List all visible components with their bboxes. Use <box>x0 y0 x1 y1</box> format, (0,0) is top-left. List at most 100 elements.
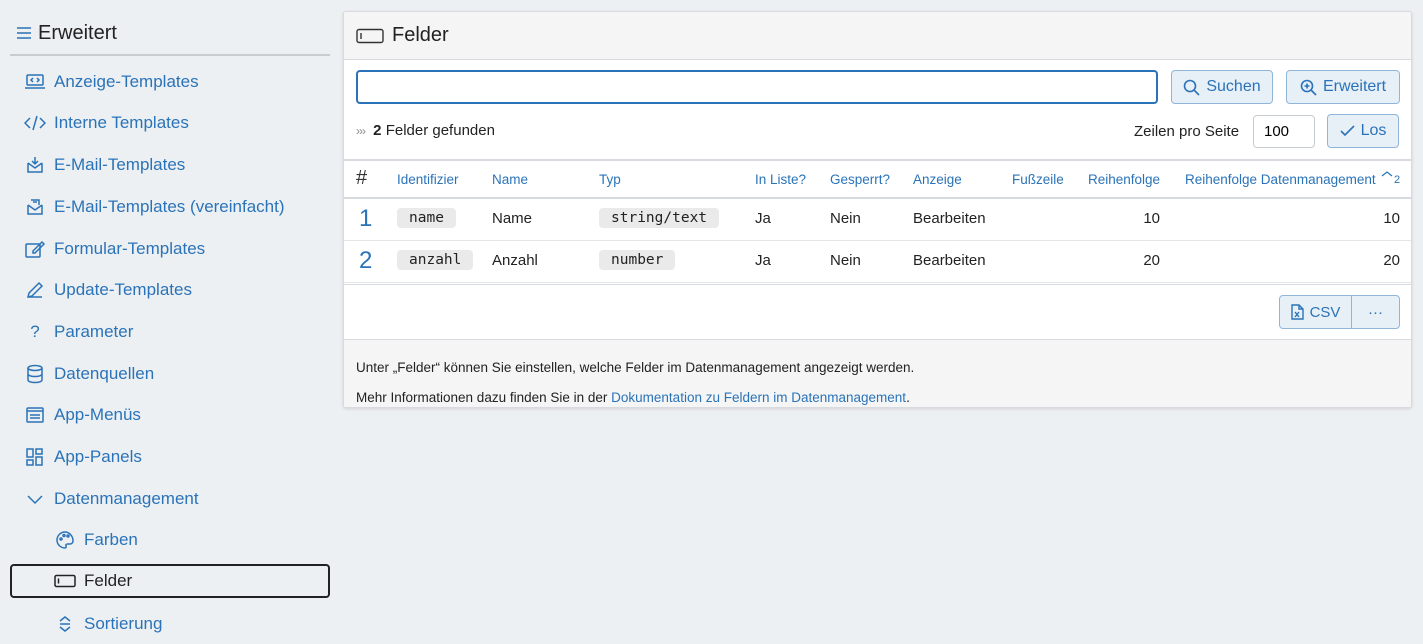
question-icon: ? <box>30 322 40 341</box>
card-header: Felder <box>344 12 1411 60</box>
sidebar-item-label: Formular-Templates <box>54 239 206 258</box>
pencil-icon <box>24 279 46 301</box>
column-header-identifier[interactable]: Identifizier <box>397 172 459 187</box>
in-list-value: Ja <box>755 252 771 269</box>
sidebar-item-anzeige-templates[interactable]: Anzeige-Templates <box>10 65 330 99</box>
search-input[interactable] <box>356 70 1158 104</box>
rows-per-page-input[interactable] <box>1253 115 1315 148</box>
sidebar-item-email-templates-vereinfacht[interactable]: E-Mail-Templates (vereinfacht) <box>10 190 330 224</box>
fields-table: # Identifizier Name Typ In Liste? Gesper… <box>344 159 1411 283</box>
sidebar-item-label: E-Mail-Templates <box>54 155 186 174</box>
info-line-1: Unter „Felder“ können Sie einstellen, we… <box>356 360 915 375</box>
csv-export-button[interactable]: CSV <box>1280 296 1352 328</box>
search-row: Suchen Erweitert <box>356 70 1400 106</box>
field-name: Name <box>492 210 533 227</box>
order-value: 10 <box>1143 210 1160 227</box>
sidebar-item-interne-templates[interactable]: Interne Templates <box>10 106 330 140</box>
sidebar-item-label: Datenmanagement <box>54 489 199 508</box>
sidebar-item-parameter[interactable]: ? Parameter <box>10 315 330 349</box>
identifier-chip: anzahl <box>397 250 474 270</box>
export-button-group: CSV ··· <box>1279 295 1400 329</box>
more-options-button[interactable]: ··· <box>1352 296 1399 328</box>
info-line-2: Mehr Informationen dazu finden Sie in de… <box>356 383 1401 407</box>
laptop-code-icon <box>24 71 46 93</box>
column-header-name[interactable]: Name <box>492 172 528 187</box>
sidebar-item-datenquellen[interactable]: Datenquellen <box>10 357 330 391</box>
ellipsis-icon: ··· <box>1368 303 1383 321</box>
info-suffix: . <box>906 390 910 405</box>
row-number[interactable]: 1 <box>359 205 372 233</box>
input-field-icon <box>356 28 384 44</box>
sidebar-item-label: App-Panels <box>54 447 142 466</box>
sidebar-item-label: Parameter <box>54 322 134 341</box>
column-header-footer[interactable]: Fußzeile <box>1012 172 1064 187</box>
type-chip: string/text <box>599 208 720 228</box>
column-header-order-datenmanagement[interactable]: Reihenfolge Datenmanagement <box>1185 172 1376 187</box>
documentation-link[interactable]: Dokumentation zu Feldern im Datenmanagem… <box>611 390 906 405</box>
input-field-icon <box>54 570 76 592</box>
search-button[interactable]: Suchen <box>1171 70 1273 104</box>
found-label: Felder gefunden <box>385 122 495 139</box>
sidebar-item-label: Sortierung <box>84 614 163 633</box>
sidebar-item-app-panels[interactable]: App-Panels <box>10 440 330 474</box>
results-count: ››› 2 Felder gefunden <box>356 122 495 139</box>
sort-ascending-icon <box>1381 169 1393 181</box>
sidebar-item-label: Anzeige-Templates <box>54 72 199 91</box>
sidebar-item-label: App-Menüs <box>54 405 141 424</box>
sidebar-item-label: Felder <box>84 571 133 590</box>
display-value: Bearbeiten <box>913 210 986 227</box>
sidebar-item-app-menues[interactable]: App-Menüs <box>10 398 330 432</box>
order-value: 20 <box>1143 252 1160 269</box>
panels-grid-icon <box>24 446 46 468</box>
menu-window-icon <box>24 404 46 426</box>
mail-list-icon <box>24 196 46 218</box>
check-icon <box>1340 125 1355 137</box>
column-header-in-list[interactable]: In Liste? <box>755 172 806 187</box>
advanced-button-label: Erweitert <box>1322 78 1387 95</box>
locked-value: Nein <box>830 210 861 227</box>
sidebar-item-datenmanagement[interactable]: Datenmanagement <box>10 482 330 516</box>
row-number[interactable]: 2 <box>359 247 372 275</box>
sidebar-item-label: Datenquellen <box>54 364 155 383</box>
sidebar-item-felder[interactable]: Felder <box>10 564 330 598</box>
advanced-search-button[interactable]: Erweitert <box>1286 70 1400 104</box>
form-edit-icon <box>24 238 46 260</box>
search-button-label: Suchen <box>1206 78 1261 95</box>
info-text: Mehr Informationen dazu finden Sie in de… <box>356 390 612 405</box>
sidebar-item-farben[interactable]: Farben <box>10 523 330 557</box>
page-title: Felder <box>392 24 449 46</box>
column-header-type[interactable]: Typ <box>599 172 621 187</box>
sidebar-item-update-templates[interactable]: Update-Templates <box>10 273 330 307</box>
column-header-locked[interactable]: Gesperrt? <box>830 172 890 187</box>
sidebar-item-sortierung[interactable]: Sortierung <box>10 607 330 641</box>
palette-icon <box>54 529 76 551</box>
column-header-order[interactable]: Reihenfolge <box>1088 172 1160 187</box>
identifier-chip: name <box>397 208 456 228</box>
order-dm-value: 10 <box>1383 210 1400 227</box>
sidebar-item-label: Farben <box>84 530 138 549</box>
csv-label: CSV <box>1309 303 1341 321</box>
rows-per-page-label: Zeilen pro Seite <box>1134 123 1240 140</box>
felder-card: Felder Suchen Erweitert ››› 2 Felder gef… <box>343 11 1412 408</box>
sidebar-item-label: Interne Templates <box>54 113 189 132</box>
found-count: 2 <box>373 122 382 139</box>
chevron-down-icon <box>24 488 46 510</box>
sidebar-item-formular-templates[interactable]: Formular-Templates <box>10 232 330 266</box>
type-chip: number <box>599 250 676 270</box>
go-button[interactable]: Los <box>1327 114 1399 148</box>
table-row[interactable]: 2 anzahl Anzahl number Ja Nein Bearbeite… <box>344 241 1411 283</box>
table-footer: CSV ··· <box>344 284 1411 339</box>
field-name: Anzahl <box>492 252 538 269</box>
column-header-display[interactable]: Anzeige <box>913 172 962 187</box>
database-icon <box>24 363 46 385</box>
table-row[interactable]: 1 name Name string/text Ja Nein Bearbeit… <box>344 199 1411 241</box>
order-dm-value: 20 <box>1383 252 1400 269</box>
sidebar-item-email-templates[interactable]: E-Mail-Templates <box>10 148 330 182</box>
sort-icon <box>54 613 76 635</box>
excel-file-icon <box>1290 304 1304 320</box>
sidebar-item-label: E-Mail-Templates (vereinfacht) <box>54 197 285 216</box>
hamburger-menu-icon[interactable] <box>16 26 32 40</box>
sidebar-item-label: Update-Templates <box>54 280 192 299</box>
info-panel: Unter „Felder“ können Sie einstellen, we… <box>344 339 1411 407</box>
code-icon <box>24 112 46 134</box>
